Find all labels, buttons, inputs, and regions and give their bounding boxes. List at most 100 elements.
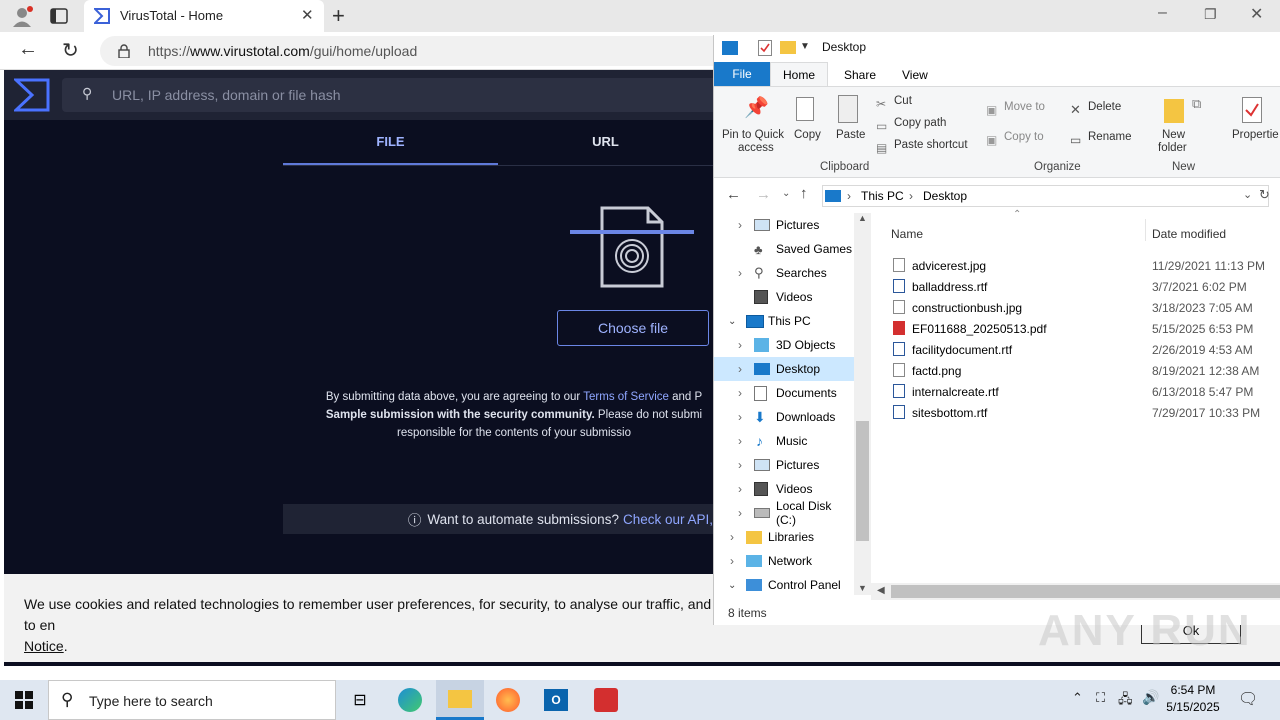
task-view-button[interactable]: ⊟ <box>336 680 384 720</box>
file-row[interactable]: factd.png 8/19/2021 12:38 AM <box>871 360 1280 381</box>
scroll-left-icon[interactable]: ◀ <box>877 585 885 596</box>
back-icon[interactable]: ← <box>18 38 38 61</box>
tab-virustotal[interactable]: VirusTotal - Home ✕ <box>84 0 324 32</box>
cookie-notice-link[interactable]: Notice <box>24 638 64 654</box>
outlook-taskbar-button[interactable]: O <box>532 680 580 720</box>
copy-button[interactable]: Copy <box>792 91 824 155</box>
expand-icon[interactable]: › <box>738 362 742 376</box>
choose-file-button[interactable]: Choose file <box>557 310 709 346</box>
device-icon[interactable]: ⛶ <box>1096 690 1105 706</box>
tree-item-desktop[interactable]: › Desktop <box>714 357 854 381</box>
tab-actions-icon[interactable] <box>50 8 68 24</box>
move-to-button[interactable]: ▣ Move to <box>986 101 1066 117</box>
qat-dropdown-icon[interactable]: ▼ <box>800 41 810 52</box>
vt-search-input[interactable]: ⚲ URL, IP address, domain or file hash <box>62 78 762 112</box>
api-link[interactable]: Check our API, <box>623 512 713 527</box>
network-icon[interactable]: 🖧 <box>1118 690 1133 712</box>
tree-item-documents[interactable]: › Documents <box>714 381 854 405</box>
tree-item-control-panel[interactable]: ⌄ Control Panel <box>714 573 854 597</box>
expand-icon[interactable]: › <box>738 386 742 400</box>
tree-item-videos[interactable]: Videos <box>714 285 854 309</box>
scroll-down-icon[interactable]: ▼ <box>858 583 867 593</box>
tree-item-local-disk[interactable]: › Local Disk (C:) <box>714 499 854 527</box>
ribbon-tab-view[interactable]: View <box>902 68 928 82</box>
file-row[interactable]: sitesbottom.rtf 7/29/2017 10:33 PM <box>871 402 1280 423</box>
ribbon-tab-file[interactable]: File <box>714 62 770 86</box>
recent-locations-icon[interactable]: ⌄ <box>782 188 790 199</box>
properties-button[interactable]: Propertie <box>1226 91 1280 155</box>
tree-item-network[interactable]: › Network <box>714 549 854 573</box>
pin-quick-access-button[interactable]: 📌 Pin to Quick access <box>720 91 788 155</box>
scroll-up-icon[interactable]: ▲ <box>858 213 867 223</box>
tree-item-searches[interactable]: › ⚲ Searches <box>714 261 854 285</box>
edge-taskbar-button[interactable] <box>386 680 434 720</box>
path-this-pc[interactable]: This PC <box>861 189 904 203</box>
column-header-name[interactable]: Name <box>891 227 923 241</box>
expand-icon[interactable]: › <box>738 266 742 280</box>
volume-icon[interactable]: 🔊 <box>1142 689 1159 706</box>
file-row[interactable]: advicerest.jpg 11/29/2021 11:13 PM <box>871 255 1280 276</box>
ribbon-tab-home[interactable]: Home <box>770 62 828 86</box>
cut-button[interactable]: ✂ Cut <box>876 95 976 111</box>
virustotal-logo-icon[interactable] <box>12 78 50 112</box>
notification-icon[interactable]: 🗨 <box>1238 689 1258 709</box>
file-row[interactable]: internalcreate.rtf 6/13/2018 5:47 PM <box>871 381 1280 402</box>
new-item-button[interactable]: ⧉ <box>1192 95 1216 135</box>
expand-icon[interactable]: › <box>738 506 742 520</box>
close-window-icon[interactable]: ✕ <box>1250 4 1263 24</box>
tree-item-saved-games[interactable]: ♣ Saved Games <box>714 237 854 261</box>
terms-of-service-link[interactable]: Terms of Service <box>583 391 669 403</box>
profile-avatar-icon[interactable] <box>10 4 34 28</box>
path-dropdown-icon[interactable]: ⌄ <box>1243 188 1252 201</box>
nav-forward-icon[interactable]: → <box>756 186 771 203</box>
tree-item-pictures[interactable]: › Pictures <box>714 213 854 237</box>
copy-path-button[interactable]: ▭ Copy path <box>876 117 976 133</box>
paste-button[interactable]: Paste <box>832 91 868 155</box>
expand-icon[interactable]: › <box>730 554 734 568</box>
tab-url[interactable]: URL <box>498 120 713 166</box>
ribbon-tab-share[interactable]: Share <box>844 68 876 82</box>
delete-button[interactable]: ✕ Delete <box>1070 101 1144 117</box>
refresh-icon[interactable]: ↻ <box>62 38 79 63</box>
hscroll-thumb[interactable] <box>891 585 1280 598</box>
column-divider[interactable] <box>1145 219 1146 241</box>
tree-item-music[interactable]: › ♪ Music <box>714 429 854 453</box>
path-desktop[interactable]: Desktop <box>923 189 967 203</box>
copy-to-button[interactable]: ▣ Copy to <box>986 131 1066 147</box>
refresh-path-icon[interactable]: ↻ <box>1259 187 1270 203</box>
expand-icon[interactable]: › <box>738 482 742 496</box>
start-button[interactable] <box>0 680 48 720</box>
show-hidden-icons-icon[interactable]: ⌃ <box>1072 690 1083 706</box>
tree-item-libraries[interactable]: › Libraries <box>714 525 854 549</box>
properties-quick-icon[interactable] <box>758 40 772 56</box>
path-field[interactable]: › This PC › Desktop ⌄ <box>822 185 1269 207</box>
firefox-taskbar-button[interactable] <box>484 680 532 720</box>
expand-icon[interactable]: › <box>738 410 742 424</box>
new-tab-icon[interactable]: + <box>332 3 345 29</box>
new-folder-quick-icon[interactable] <box>780 41 796 54</box>
file-row[interactable]: balladdress.rtf 3/7/2021 6:02 PM <box>871 276 1280 297</box>
tab-file[interactable]: FILE <box>283 120 498 166</box>
tree-item-videos-2[interactable]: › Videos <box>714 477 854 501</box>
url-field[interactable]: https://www.virustotal.com/gui/home/uplo… <box>100 36 740 66</box>
explorer-taskbar-button[interactable] <box>436 680 484 720</box>
scroll-thumb[interactable] <box>856 421 869 541</box>
minimize-icon[interactable]: – <box>1158 4 1167 22</box>
expand-icon[interactable]: › <box>738 218 742 232</box>
rename-button[interactable]: ▭ Rename <box>1070 131 1144 147</box>
expand-icon[interactable]: › <box>738 434 742 448</box>
taskbar-clock[interactable]: 6:54 PM 5/15/2025 <box>1158 682 1228 718</box>
file-row[interactable]: facilitydocument.rtf 2/26/2019 4:53 AM <box>871 339 1280 360</box>
column-header-date[interactable]: Date modified <box>1152 227 1226 241</box>
nav-up-icon[interactable]: ↑ <box>800 185 808 202</box>
tree-item-3d-objects[interactable]: › 3D Objects <box>714 333 854 357</box>
expand-icon[interactable]: › <box>738 458 742 472</box>
tree-item-downloads[interactable]: › ⬇ Downloads <box>714 405 854 429</box>
taskbar-search[interactable]: ⚲ Type here to search <box>48 680 336 720</box>
file-row[interactable]: EF011688_20250513.pdf 5/15/2025 6:53 PM <box>871 318 1280 339</box>
expand-icon[interactable]: › <box>738 338 742 352</box>
expand-icon[interactable]: › <box>730 530 734 544</box>
tree-item-pictures-2[interactable]: › Pictures <box>714 453 854 477</box>
restore-icon[interactable]: ❐ <box>1204 6 1217 23</box>
close-tab-icon[interactable]: ✕ <box>301 6 314 24</box>
